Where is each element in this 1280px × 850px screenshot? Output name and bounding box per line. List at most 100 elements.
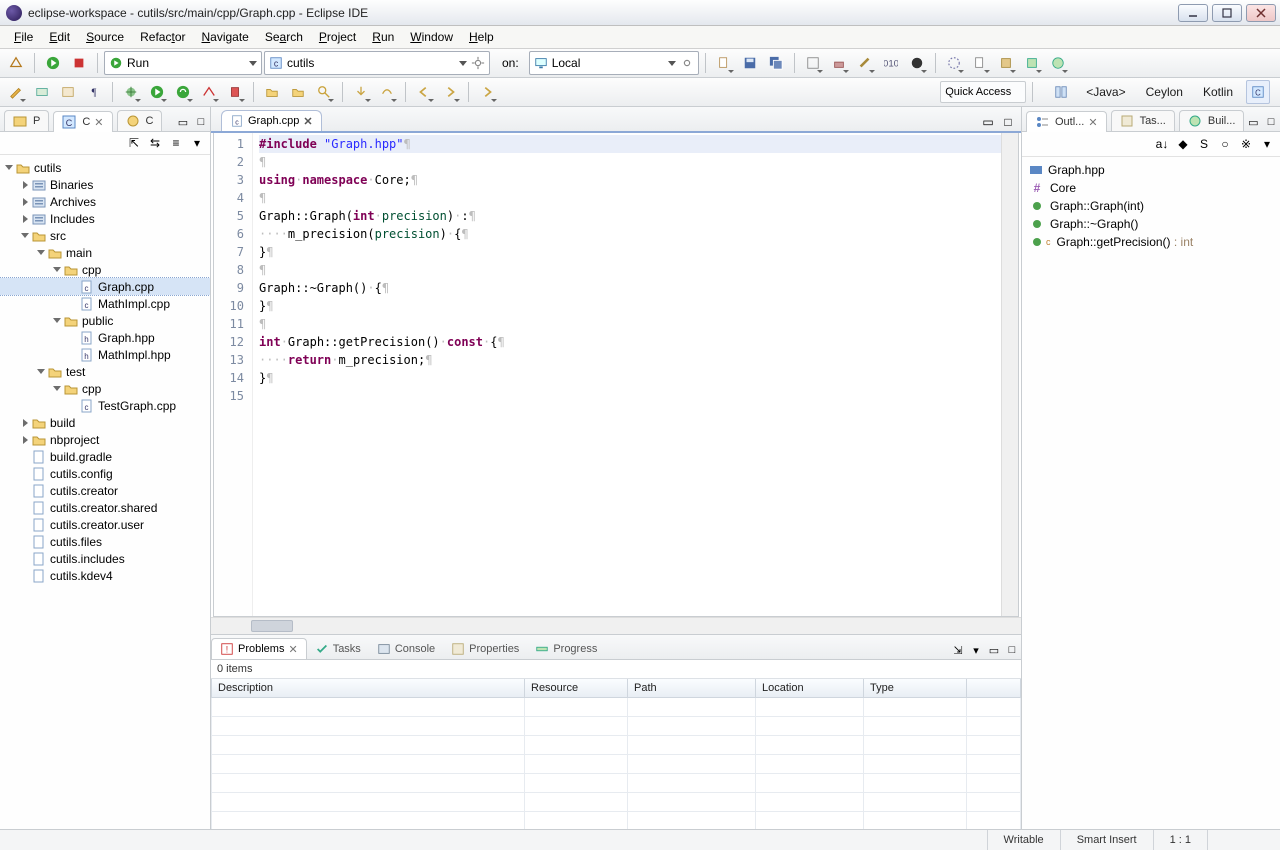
run2-button[interactable] bbox=[145, 80, 169, 104]
gear-icon[interactable] bbox=[471, 56, 485, 70]
profile-button[interactable] bbox=[197, 80, 221, 104]
tree-node[interactable]: hGraph.hpp bbox=[0, 329, 210, 346]
new-package-button[interactable] bbox=[994, 51, 1018, 75]
collapse-all-icon[interactable]: ⇱ bbox=[125, 134, 143, 152]
outline-item[interactable]: #Core bbox=[1022, 179, 1280, 197]
stop-button[interactable] bbox=[67, 51, 91, 75]
step-into-button[interactable] bbox=[349, 80, 373, 104]
run-button[interactable] bbox=[41, 51, 65, 75]
tab-c-explorer[interactable]: CC ✕ bbox=[53, 111, 112, 132]
hide-nonpublic-icon[interactable]: ○ bbox=[1216, 135, 1234, 153]
outline-item[interactable]: cGraph::getPrecision() : int bbox=[1022, 233, 1280, 251]
launch-mode-combo[interactable]: Run bbox=[104, 51, 262, 75]
toggle-mark-button[interactable]: ¶ bbox=[82, 80, 106, 104]
tree-node[interactable]: public bbox=[0, 312, 210, 329]
forward-button[interactable] bbox=[438, 80, 462, 104]
open-folder-button[interactable] bbox=[260, 80, 284, 104]
left-minimize-icon[interactable]: ▭ bbox=[174, 113, 192, 131]
edit-source-button[interactable] bbox=[4, 80, 28, 104]
step-over-button[interactable] bbox=[375, 80, 399, 104]
tree-node[interactable]: Binaries bbox=[0, 176, 210, 193]
col-header[interactable]: Path bbox=[628, 679, 756, 698]
launch-config-combo[interactable]: c cutils bbox=[264, 51, 490, 75]
avatar-button[interactable] bbox=[905, 51, 929, 75]
right-maximize-icon[interactable]: □ bbox=[1262, 113, 1280, 131]
open-folder2-button[interactable] bbox=[286, 80, 310, 104]
last-edit-button[interactable] bbox=[475, 80, 499, 104]
menu-source[interactable]: Source bbox=[78, 27, 132, 47]
tree-node[interactable]: cGraph.cpp bbox=[0, 278, 210, 295]
outline-item[interactable]: Graph.hpp bbox=[1022, 161, 1280, 179]
tree-node[interactable]: build bbox=[0, 414, 210, 431]
tree-node[interactable]: hMathImpl.hpp bbox=[0, 346, 210, 363]
bottom-maximize-icon[interactable]: □ bbox=[1003, 641, 1021, 659]
external-tools-button[interactable] bbox=[223, 80, 247, 104]
view-menu-icon[interactable]: ▾ bbox=[188, 134, 206, 152]
new-button[interactable] bbox=[712, 51, 736, 75]
build-project-button[interactable] bbox=[827, 51, 851, 75]
menu-navigate[interactable]: Navigate bbox=[193, 27, 256, 47]
horizontal-scrollbar[interactable] bbox=[211, 617, 1021, 634]
tab-outline[interactable]: Outl... ✕ bbox=[1026, 111, 1107, 132]
tree-node[interactable]: cMathImpl.cpp bbox=[0, 295, 210, 312]
link-editor-icon[interactable]: ⇆ bbox=[146, 134, 164, 152]
perspective-kotlin[interactable]: Kotlin bbox=[1196, 82, 1240, 102]
target-combo[interactable]: Local bbox=[529, 51, 699, 75]
tree-node[interactable]: cTestGraph.cpp bbox=[0, 397, 210, 414]
close-button[interactable] bbox=[1246, 4, 1276, 22]
problems-filter-icon[interactable]: ⇲ bbox=[949, 641, 967, 659]
quick-access-input[interactable] bbox=[940, 81, 1026, 103]
tree-node[interactable]: cpp bbox=[0, 380, 210, 397]
hide-static-icon[interactable]: S bbox=[1195, 135, 1213, 153]
tree-node[interactable]: cutils.creator.user bbox=[0, 516, 210, 533]
back-button[interactable] bbox=[412, 80, 436, 104]
tree-node[interactable]: Archives bbox=[0, 193, 210, 210]
project-tree[interactable]: cutilsBinariesArchivesIncludessrcmaincpp… bbox=[0, 155, 210, 829]
group-icon[interactable]: ※ bbox=[1237, 135, 1255, 153]
menu-refactor[interactable]: Refactor bbox=[132, 27, 193, 47]
tab-tasklist[interactable]: Tas... bbox=[1111, 110, 1175, 131]
coverage-button[interactable] bbox=[171, 80, 195, 104]
build-tools-button[interactable] bbox=[853, 51, 877, 75]
variable-button[interactable]: 010 bbox=[879, 51, 903, 75]
tab-c2[interactable]: C bbox=[117, 110, 163, 131]
minimize-button[interactable] bbox=[1178, 4, 1208, 22]
tab-problems[interactable]: !Problems ✕ bbox=[211, 638, 307, 659]
col-header[interactable]: Resource bbox=[525, 679, 628, 698]
tree-node[interactable]: build.gradle bbox=[0, 448, 210, 465]
maximize-button[interactable] bbox=[1212, 4, 1242, 22]
toggle-comment-button[interactable] bbox=[30, 80, 54, 104]
open-perspective-button[interactable] bbox=[1049, 80, 1073, 104]
perspective-java[interactable]: <Java> bbox=[1079, 82, 1132, 102]
tree-node[interactable]: test bbox=[0, 363, 210, 380]
outline-item[interactable]: Graph::Graph(int) bbox=[1022, 197, 1280, 215]
left-maximize-icon[interactable]: □ bbox=[192, 113, 210, 131]
tree-node[interactable]: cutils.config bbox=[0, 465, 210, 482]
menu-edit[interactable]: Edit bbox=[41, 27, 78, 47]
menu-search[interactable]: Search bbox=[257, 27, 311, 47]
problems-menu-icon[interactable]: ▾ bbox=[967, 641, 985, 659]
tab-progress[interactable]: Progress bbox=[527, 639, 605, 659]
menu-run[interactable]: Run bbox=[364, 27, 402, 47]
outline-item[interactable]: Graph::~Graph() bbox=[1022, 215, 1280, 233]
save-all-button[interactable] bbox=[764, 51, 788, 75]
outline-tree[interactable]: Graph.hpp#CoreGraph::Graph(int)Graph::~G… bbox=[1022, 157, 1280, 829]
perspective-cpp[interactable]: C bbox=[1246, 80, 1270, 104]
tab-tasks[interactable]: Tasks bbox=[307, 639, 369, 659]
tree-node[interactable]: cutils.creator.shared bbox=[0, 499, 210, 516]
new-class-button[interactable] bbox=[1046, 51, 1070, 75]
perspective-ceylon[interactable]: Ceylon bbox=[1139, 82, 1190, 102]
tree-node[interactable]: Includes bbox=[0, 210, 210, 227]
col-header[interactable]: Description bbox=[212, 679, 525, 698]
outline-menu-icon[interactable]: ▾ bbox=[1258, 135, 1276, 153]
new-file-button[interactable] bbox=[968, 51, 992, 75]
col-header[interactable]: Location bbox=[756, 679, 864, 698]
gear-icon[interactable] bbox=[680, 56, 694, 70]
editor-maximize-icon[interactable]: □ bbox=[999, 113, 1017, 131]
search-button[interactable] bbox=[312, 80, 336, 104]
new-module-button[interactable] bbox=[1020, 51, 1044, 75]
bottom-minimize-icon[interactable]: ▭ bbox=[985, 641, 1003, 659]
tab-properties[interactable]: Properties bbox=[443, 639, 527, 659]
tree-node[interactable]: cutils.kdev4 bbox=[0, 567, 210, 584]
editor-minimize-icon[interactable]: ▭ bbox=[979, 113, 997, 131]
